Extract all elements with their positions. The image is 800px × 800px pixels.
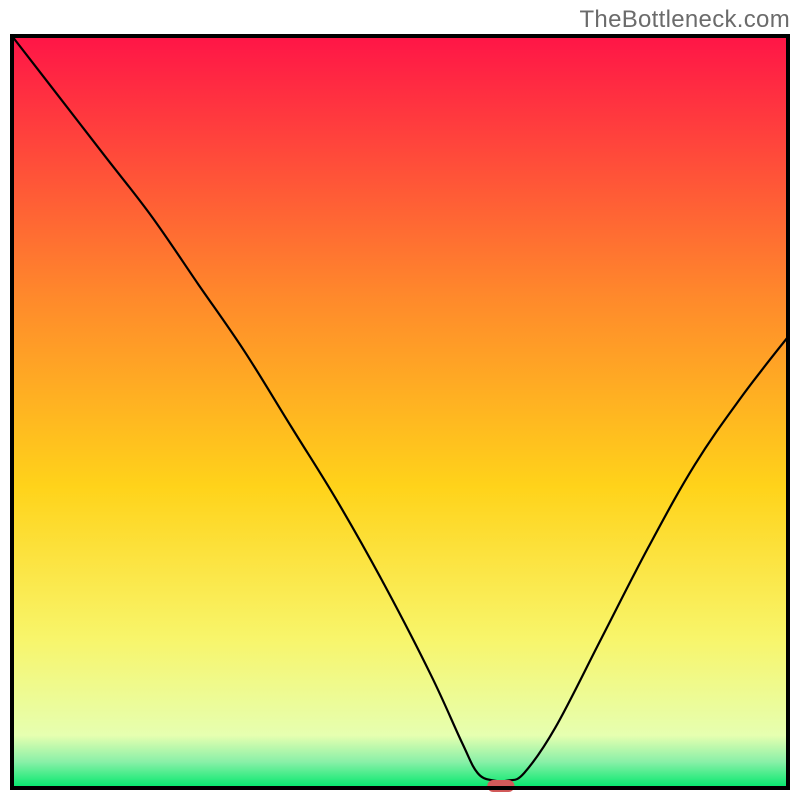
watermark-text: TheBottleneck.com bbox=[579, 6, 790, 34]
gradient-background bbox=[12, 36, 788, 788]
chart-container: TheBottleneck.com bbox=[0, 0, 800, 800]
bottleneck-chart bbox=[0, 0, 800, 800]
plot-area bbox=[12, 36, 788, 792]
